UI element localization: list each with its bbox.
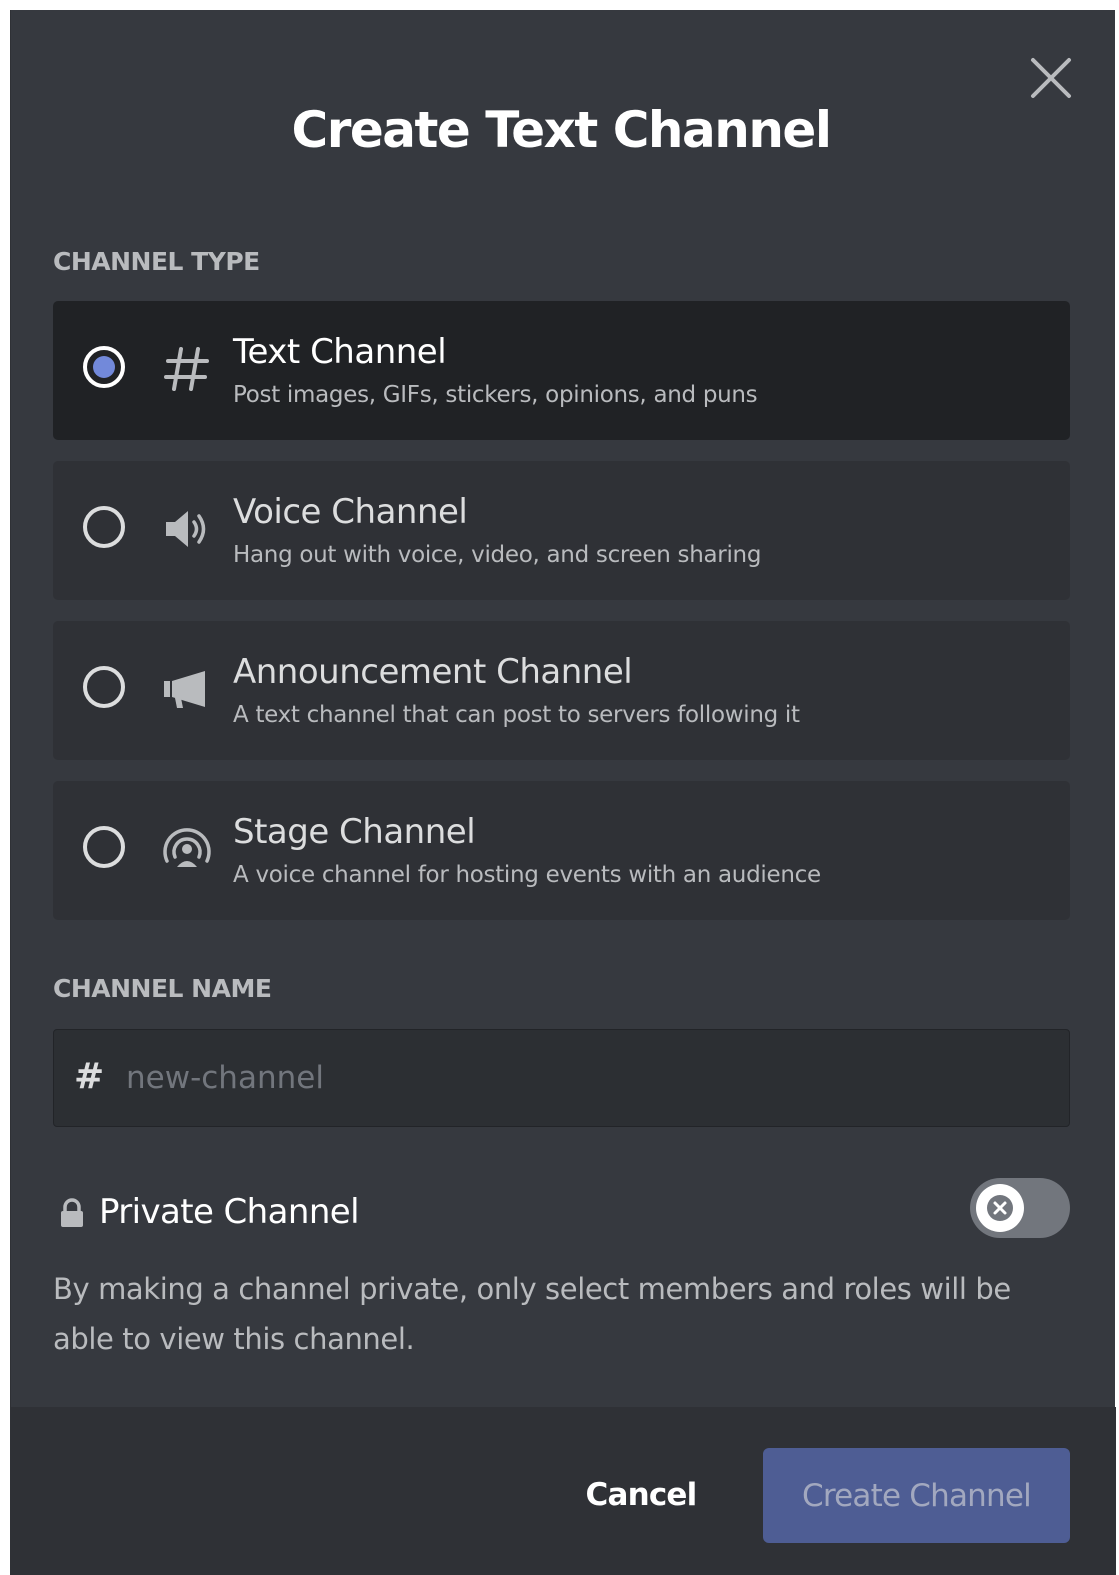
option-title: Voice Channel [233,492,468,532]
channel-name-field[interactable]: # [53,1029,1070,1127]
channel-type-option-stage[interactable]: Stage Channel A voice channel for hostin… [53,781,1070,920]
create-channel-button[interactable]: Create Channel [763,1448,1070,1543]
hash-icon [157,341,217,397]
toggle-off-x-icon [987,1195,1013,1221]
stage-icon [157,821,217,877]
option-description: Post images, GIFs, stickers, opinions, a… [233,382,758,408]
modal-title: Create Text Channel [291,101,832,159]
lock-icon [61,1198,83,1227]
channel-name-label: CHANNEL NAME [53,974,272,1003]
radio-unselected-icon[interactable] [82,505,126,549]
create-channel-modal: Create Text Channel CHANNEL TYPE Text Ch… [10,10,1116,1575]
close-button[interactable] [1029,56,1073,100]
option-title: Announcement Channel [233,652,633,692]
private-channel-toggle[interactable] [970,1178,1070,1238]
channel-type-option-text[interactable]: Text Channel Post images, GIFs, stickers… [53,301,1070,440]
option-title: Stage Channel [233,812,476,852]
private-channel-label: Private Channel [99,1192,360,1232]
channel-type-option-announcement[interactable]: Announcement Channel A text channel that… [53,621,1070,760]
option-title: Text Channel [233,332,447,372]
hash-prefix-icon: # [74,1056,105,1097]
private-channel-description: By making a channel private, only select… [53,1272,1011,1356]
channel-type-label: CHANNEL TYPE [53,247,260,276]
radio-selected-icon[interactable] [82,345,126,389]
cancel-button[interactable]: Cancel [571,1465,711,1525]
megaphone-icon [157,661,217,717]
option-description: A voice channel for hosting events with … [233,862,821,888]
close-icon[interactable] [1029,56,1073,100]
speaker-icon [157,501,217,557]
option-description: A text channel that can post to servers … [233,702,800,728]
private-channel-row: Private Channel [53,1178,1070,1242]
option-description: Hang out with voice, video, and screen s… [233,542,762,568]
modal-footer: Cancel Create Channel [11,1407,1116,1575]
radio-unselected-icon[interactable] [82,665,126,709]
radio-unselected-icon[interactable] [82,825,126,869]
toggle-knob[interactable] [976,1184,1024,1232]
channel-name-input[interactable] [124,1052,1028,1104]
channel-type-option-voice[interactable]: Voice Channel Hang out with voice, video… [53,461,1070,600]
